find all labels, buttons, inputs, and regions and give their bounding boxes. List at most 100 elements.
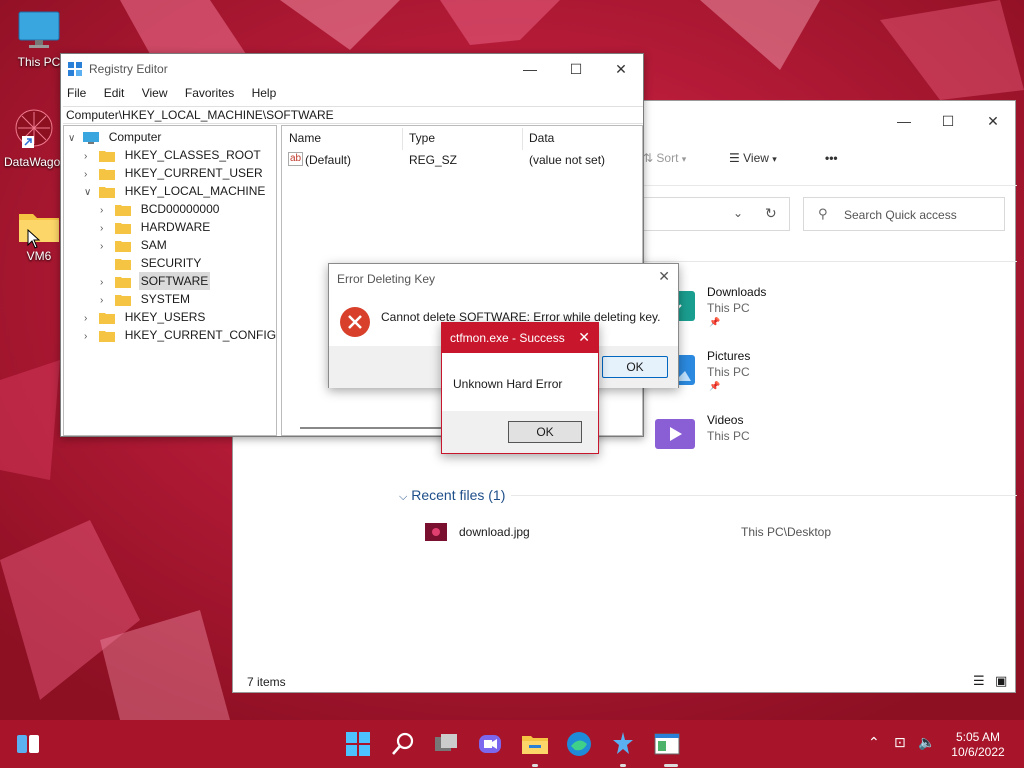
folder-icon (115, 204, 132, 216)
minimize-button[interactable]: — (507, 54, 553, 84)
quick-access-downloads[interactable]: Downloads This PC 📌 (653, 285, 853, 335)
column-header-name[interactable]: Name (289, 131, 321, 145)
value-name: (Default) (305, 153, 352, 167)
chevron-down-icon: ⌄ (733, 206, 744, 220)
folder-icon (99, 150, 116, 162)
search-box[interactable]: ⚲ Search Quick access (803, 197, 1005, 231)
running-indicator (532, 764, 538, 767)
item-location: This PC (707, 301, 750, 315)
chevron-right-icon[interactable]: › (84, 328, 96, 346)
tree-node-software[interactable]: › SOFTWARE (100, 272, 211, 290)
view-button[interactable]: ☰ View ▾ (729, 151, 777, 165)
close-button[interactable]: ✕ (970, 107, 1016, 135)
tiles-view-icon[interactable]: ▣ (995, 673, 1007, 689)
clock-date: 10/6/2022 (951, 745, 1005, 759)
chevron-down-icon: ▾ (772, 154, 777, 164)
chevron-down-icon[interactable]: ∨ (84, 184, 96, 202)
error-icon (340, 307, 370, 337)
tree-node-security[interactable]: SECURITY (100, 254, 203, 272)
item-name: Pictures (707, 349, 751, 363)
window-title: Registry Editor (89, 62, 168, 76)
tree-node-hkey-users[interactable]: › HKEY_USERS (84, 308, 207, 326)
tree-node-label: HARDWARE (140, 220, 211, 234)
close-button[interactable]: ✕ (658, 268, 670, 285)
menu-bar: File Edit View Favorites Help (67, 86, 290, 104)
tree-node-label: SYSTEM (140, 292, 191, 306)
tree-node-bcd[interactable]: › BCD00000000 (100, 200, 221, 218)
edge-icon[interactable] (563, 728, 595, 760)
details-view-icon[interactable]: ☰ (973, 673, 985, 689)
tree-node-label: HKEY_CLASSES_ROOT (124, 148, 261, 162)
maximize-button[interactable]: ☐ (925, 107, 971, 135)
chat-icon[interactable] (474, 728, 506, 760)
ctfmon-success-dialog: ctfmon.exe - Success ✕ Unknown Hard Erro… (441, 322, 599, 454)
tree-node-hkey-local-machine[interactable]: ∨ HKEY_LOCAL_MACHINE (84, 182, 267, 200)
ok-button[interactable]: OK (602, 356, 668, 378)
chevron-up-icon[interactable]: ⌃ (868, 734, 880, 751)
tree-node-label: HKEY_USERS (124, 310, 206, 324)
videos-folder-icon (655, 419, 695, 449)
store-icon[interactable] (607, 728, 639, 760)
network-icon[interactable]: ⊡ (894, 734, 906, 751)
tree-node-label: Computer (108, 130, 162, 144)
close-button[interactable]: ✕ (598, 54, 644, 84)
ok-button[interactable]: OK (508, 421, 582, 443)
quick-access-pictures[interactable]: Pictures This PC 📌 (653, 349, 853, 399)
dialog-message: Unknown Hard Error (453, 377, 563, 391)
mouse-cursor-icon (27, 229, 41, 249)
item-location: This PC (707, 365, 750, 379)
menu-edit[interactable]: Edit (104, 86, 125, 100)
chevron-down-icon[interactable]: ∨ (68, 130, 80, 148)
registry-editor-icon (68, 62, 82, 76)
pin-icon: 📌 (709, 317, 721, 327)
folder-icon (115, 222, 132, 234)
column-header-data[interactable]: Data (529, 131, 554, 145)
tree-node-hardware[interactable]: › HARDWARE (100, 218, 212, 236)
tree-node-label: SOFTWARE (138, 272, 211, 290)
tree-node-label: HKEY_CURRENT_USER (124, 166, 263, 180)
desktop-icon-datawagon[interactable]: DataWagon (4, 106, 67, 169)
search-placeholder: Search Quick access (844, 208, 957, 222)
tree-node-label: HKEY_CURRENT_CONFIG (124, 328, 277, 342)
start-icon[interactable] (342, 728, 374, 760)
file-explorer-icon[interactable] (519, 728, 551, 760)
widgets-icon[interactable] (12, 728, 44, 760)
clock[interactable]: 5:05 AM 10/6/2022 (940, 730, 1016, 760)
see-more-button[interactable]: ••• (825, 151, 838, 165)
folder-icon (115, 240, 132, 252)
menu-file[interactable]: File (67, 86, 86, 100)
tree-node-hkey-current-user[interactable]: › HKEY_CURRENT_USER (84, 164, 265, 182)
string-value-icon: ab (288, 152, 304, 166)
minimize-button[interactable]: — (881, 107, 927, 135)
tree-node-computer[interactable]: ∨ Computer (68, 128, 163, 146)
desktop-icon-label: DataWagon (4, 155, 67, 169)
chevron-down-icon: ⌵ (399, 491, 408, 503)
tree-node-hkey-classes-root[interactable]: › HKEY_CLASSES_ROOT (84, 146, 263, 164)
tree-node-hkey-current-config[interactable]: › HKEY_CURRENT_CONFIG (84, 326, 278, 344)
recent-file-row[interactable]: download.jpg This PC\Desktop (425, 521, 985, 545)
recent-files-header[interactable]: ⌵ Recent files (1) (399, 487, 512, 504)
volume-icon[interactable]: 🔈 (918, 734, 935, 751)
registry-editor-taskbar-icon[interactable] (651, 728, 683, 760)
menu-help[interactable]: Help (252, 86, 277, 100)
recent-file-location: This PC\Desktop (741, 525, 832, 539)
tree-node-label: BCD00000000 (140, 202, 220, 216)
item-name: Videos (707, 413, 744, 427)
value-data: (value not set) (529, 153, 606, 167)
quick-access-videos[interactable]: Videos This PC (653, 413, 853, 463)
menu-favorites[interactable]: Favorites (185, 86, 234, 100)
task-view-icon[interactable] (430, 728, 462, 760)
tree-node-sam[interactable]: › SAM (100, 236, 169, 254)
sort-button[interactable]: ⇅ Sort ▾ (643, 151, 686, 165)
column-header-type[interactable]: Type (409, 131, 435, 145)
menu-view[interactable]: View (142, 86, 168, 100)
tree-node-system[interactable]: › SYSTEM (100, 290, 192, 308)
refresh-icon[interactable]: ↻ (765, 205, 777, 222)
sort-label: Sort (656, 151, 679, 165)
search-icon[interactable] (387, 728, 419, 760)
close-button[interactable]: ✕ (578, 329, 590, 346)
search-icon: ⚲ (818, 206, 828, 221)
maximize-button[interactable]: ☐ (553, 54, 599, 84)
tree-node-label: SAM (140, 238, 167, 252)
address-bar[interactable]: Computer\HKEY_LOCAL_MACHINE\SOFTWARE (63, 106, 643, 124)
